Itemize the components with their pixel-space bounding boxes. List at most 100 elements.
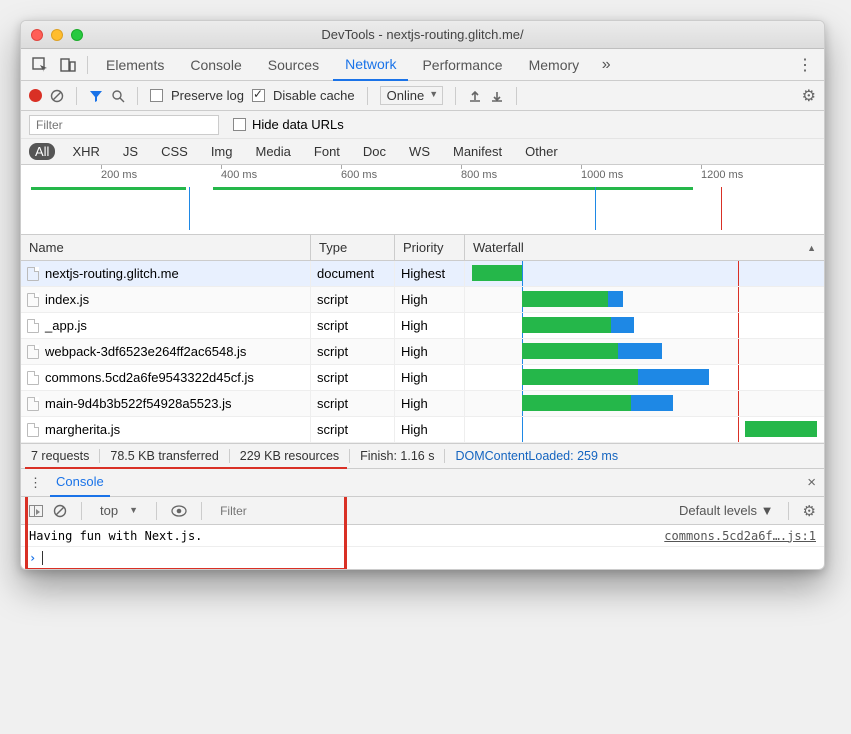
file-name: _app.js	[45, 318, 87, 333]
pill-css[interactable]: CSS	[155, 143, 194, 160]
table-row[interactable]: commons.5cd2a6fe9543322d45cf.jsscriptHig…	[21, 365, 824, 391]
cell-priority: High	[395, 339, 465, 364]
record-icon[interactable]	[29, 89, 42, 102]
table-row[interactable]: webpack-3df6523e264ff2ac6548.jsscriptHig…	[21, 339, 824, 365]
disable-cache-checkbox[interactable]	[252, 89, 265, 102]
search-icon[interactable]	[111, 89, 125, 103]
table-row[interactable]: main-9d4b3b522f54928a5523.jsscriptHigh	[21, 391, 824, 417]
col-type[interactable]: Type	[311, 235, 395, 260]
upload-har-icon[interactable]	[468, 89, 482, 103]
network-toolbar: Preserve log Disable cache Online ⚙	[21, 81, 824, 111]
inspect-icon[interactable]	[27, 53, 53, 77]
cell-waterfall	[465, 391, 824, 416]
disable-cache-label: Disable cache	[273, 88, 355, 103]
download-har-icon[interactable]	[490, 89, 504, 103]
tick-label: 600 ms	[341, 169, 377, 181]
log-levels-select[interactable]: Default levels ▼	[679, 503, 774, 518]
file-icon	[27, 371, 39, 385]
pill-img[interactable]: Img	[205, 143, 239, 160]
more-tabs-icon[interactable]: »	[593, 53, 619, 77]
preserve-log-checkbox[interactable]	[150, 89, 163, 102]
pill-other[interactable]: Other	[519, 143, 564, 160]
kebab-icon[interactable]: ⋮	[792, 53, 818, 77]
type-filters: All XHR JS CSS Img Media Font Doc WS Man…	[21, 139, 824, 165]
hide-data-urls-checkbox[interactable]	[233, 118, 246, 131]
drawer-kebab-icon[interactable]: ⋮	[29, 475, 42, 491]
console-clear-icon[interactable]	[53, 504, 67, 518]
file-icon	[27, 293, 39, 307]
tab-sources[interactable]: Sources	[256, 49, 331, 81]
cell-priority: High	[395, 417, 465, 442]
settings-icon[interactable]: ⚙	[802, 86, 816, 106]
console-source-link[interactable]: commons.5cd2a6f….js:1	[664, 529, 816, 543]
cell-waterfall	[465, 365, 824, 390]
pill-ws[interactable]: WS	[403, 143, 436, 160]
cell-type: script	[311, 417, 395, 442]
file-name: nextjs-routing.glitch.me	[45, 266, 179, 281]
file-name: webpack-3df6523e264ff2ac6548.js	[45, 344, 246, 359]
col-name[interactable]: Name	[21, 235, 311, 260]
filter-icon[interactable]	[89, 89, 103, 103]
summary-bar: 7 requests 78.5 KB transferred 229 KB re…	[21, 443, 824, 469]
pill-doc[interactable]: Doc	[357, 143, 392, 160]
minimize-icon[interactable]	[51, 29, 63, 41]
cell-waterfall	[465, 417, 824, 442]
window-controls	[31, 29, 83, 41]
device-icon[interactable]	[55, 53, 81, 77]
cell-type: script	[311, 313, 395, 338]
file-icon	[27, 397, 39, 411]
col-waterfall[interactable]: Waterfall▲	[465, 235, 824, 260]
console-drawer: ⋮ Console × top Default levels ▼ ⚙ Havin…	[21, 469, 824, 569]
pill-manifest[interactable]: Manifest	[447, 143, 508, 160]
pill-all[interactable]: All	[29, 143, 55, 160]
maximize-icon[interactable]	[71, 29, 83, 41]
timeline-overview[interactable]: 200 ms 400 ms 600 ms 800 ms 1000 ms 1200…	[21, 165, 824, 235]
tab-console[interactable]: Console	[178, 49, 253, 81]
cell-type: script	[311, 391, 395, 416]
context-select[interactable]: top	[96, 503, 142, 518]
pill-media[interactable]: Media	[249, 143, 296, 160]
cell-priority: High	[395, 287, 465, 312]
table-row[interactable]: index.jsscriptHigh	[21, 287, 824, 313]
console-prompt[interactable]: ›	[21, 547, 824, 569]
hide-data-urls-label: Hide data URLs	[252, 117, 344, 132]
tick-label: 1000 ms	[581, 169, 623, 181]
main-tabs: Elements Console Sources Network Perform…	[21, 49, 824, 81]
tab-performance[interactable]: Performance	[410, 49, 514, 81]
cell-priority: High	[395, 391, 465, 416]
cell-waterfall	[465, 261, 824, 286]
close-icon[interactable]	[31, 29, 43, 41]
window-title: DevTools - nextjs-routing.glitch.me/	[21, 27, 824, 42]
tick-label: 800 ms	[461, 169, 497, 181]
file-name: index.js	[45, 292, 89, 307]
pill-js[interactable]: JS	[117, 143, 144, 160]
filter-input[interactable]	[29, 115, 219, 135]
clear-icon[interactable]	[50, 89, 64, 103]
console-sidebar-icon[interactable]	[29, 505, 43, 517]
file-icon	[27, 267, 39, 281]
cell-priority: High	[395, 365, 465, 390]
table-row[interactable]: _app.js scriptHigh	[21, 313, 824, 339]
cell-priority: High	[395, 313, 465, 338]
tick-label: 1200 ms	[701, 169, 743, 181]
preserve-log-label: Preserve log	[171, 88, 244, 103]
console-filter-input[interactable]	[216, 502, 669, 520]
cell-waterfall	[465, 287, 824, 312]
tab-memory[interactable]: Memory	[517, 49, 592, 81]
drawer-tab-console[interactable]: Console	[50, 469, 110, 497]
tab-elements[interactable]: Elements	[94, 49, 176, 81]
summary-finish: Finish: 1.16 s	[350, 449, 445, 463]
file-icon	[27, 345, 39, 359]
drawer-close-icon[interactable]: ×	[807, 474, 816, 491]
col-priority[interactable]: Priority	[395, 235, 465, 260]
pill-font[interactable]: Font	[308, 143, 346, 160]
pill-xhr[interactable]: XHR	[66, 143, 105, 160]
summary-dcl: DOMContentLoaded: 259 ms	[445, 449, 628, 463]
table-row[interactable]: margherita.jsscriptHigh	[21, 417, 824, 443]
throttling-select[interactable]: Online	[380, 86, 444, 105]
table-row[interactable]: nextjs-routing.glitch.medocumentHighest	[21, 261, 824, 287]
console-settings-icon[interactable]: ⚙	[803, 502, 816, 520]
tab-network[interactable]: Network	[333, 49, 408, 81]
live-expression-icon[interactable]	[171, 505, 187, 517]
grid-header: Name Type Priority Waterfall▲	[21, 235, 824, 261]
